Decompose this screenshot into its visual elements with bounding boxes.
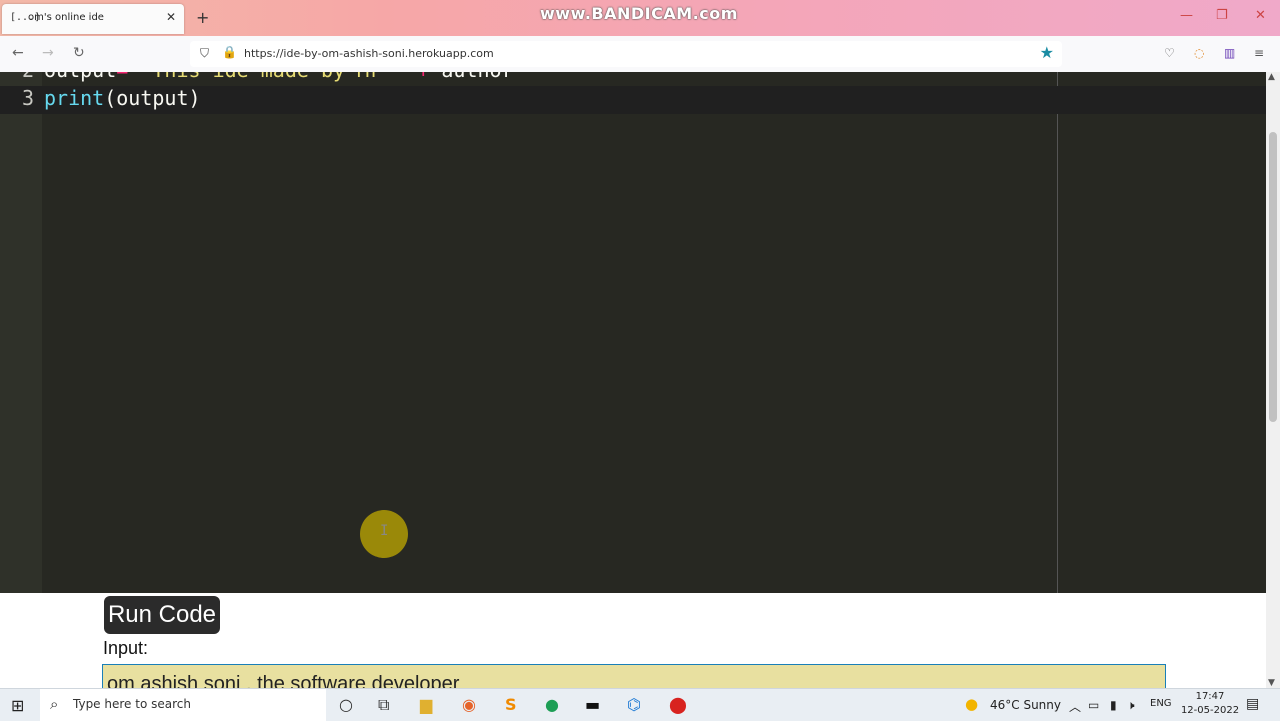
firefox-icon[interactable]: ◉ [462,695,476,714]
recording-watermark: www.BANDICAM.com [540,4,738,23]
reload-icon[interactable]: ↻ [73,45,85,61]
search-icon: ⌕ [50,695,59,713]
browser-tab[interactable]: [...] om's online ide ✕ [2,4,184,34]
bookmark-star-icon[interactable]: ★ [1040,43,1054,62]
browser-toolbar: ← → ↻ ⛉ 🔒 https://ide-by-om-ashish-soni.… [0,36,1280,73]
extension-icon[interactable]: ▥ [1224,46,1235,60]
input-label: Input: [103,638,149,658]
notification-icon[interactable]: ▤ [1246,696,1259,712]
vscode-icon[interactable]: ⌬ [627,695,641,714]
tab-title: om's online ide [28,12,104,23]
language-indicator[interactable]: ENG [1150,698,1172,709]
app-icon[interactable]: ● [545,695,559,714]
back-arrow-icon[interactable]: ← [12,45,24,61]
scroll-up-icon[interactable]: ▲ [1268,72,1275,82]
sublime-text-icon[interactable]: S [505,695,517,714]
pocket-icon[interactable]: ♡ [1164,46,1175,60]
input-field[interactable]: om ashish soni , the software developer [102,664,1166,690]
cortana-icon[interactable]: ○ [339,695,353,714]
code-text[interactable]: print(output) [44,86,201,110]
run-code-button[interactable]: Run Code [104,596,220,634]
print-margin [1057,72,1058,593]
terminal-icon[interactable]: ▬ [585,695,600,714]
line-number-gutter [0,72,42,593]
tray-arrow-icon[interactable]: ︿ [1069,698,1081,715]
clock-time: 17:47 [1195,691,1225,702]
window-restore-button[interactable]: ❐ [1216,8,1228,23]
battery-icon[interactable]: ▮ [1110,698,1117,712]
windows-start-icon[interactable]: ⊞ [11,696,24,715]
line-number: 3 [21,86,34,110]
scrollbar-thumb[interactable] [1269,132,1277,422]
text-cursor-icon: I [380,523,389,539]
taskbar-search-box[interactable]: ⌕ Type here to search [40,689,326,721]
code-editor[interactable]: 2 output= "This ide made by Mr " + autho… [0,72,1266,593]
tracking-shield-icon[interactable]: ⛉ [200,46,209,61]
lock-icon[interactable]: 🔒 [222,45,237,59]
search-placeholder[interactable]: Type here to search [73,697,191,711]
code-text[interactable]: output= "This ide made by Mr " + author [44,72,514,82]
page-scrollbar[interactable]: ▲ ▼ [1266,72,1280,688]
scroll-down-icon[interactable]: ▼ [1268,678,1275,688]
window-close-button[interactable]: ✕ [1255,8,1266,23]
network-icon[interactable]: ▭ [1088,698,1099,712]
browser-tab-bar: [...] om's online ide ✕ + www.BANDICAM.c… [0,0,1280,36]
clock-date: 12-05-2022 [1180,705,1240,716]
code-line-2[interactable]: 2 output= "This ide made by Mr " + autho… [0,72,1266,86]
volume-icon[interactable]: 🕨 [1127,698,1135,713]
clock[interactable]: 17:47 12-05-2022 [1180,690,1240,718]
line-number: 2 [0,72,34,82]
address-bar[interactable]: ⛉ 🔒 https://ide-by-om-ashish-soni.heroku… [190,41,1062,67]
new-tab-button[interactable]: + [196,8,209,27]
weather-icon[interactable]: ● [965,695,978,713]
menu-icon[interactable]: ≡ [1254,46,1264,60]
record-icon[interactable]: ⬤ [669,695,687,714]
weather-text[interactable]: 46°C Sunny [990,698,1061,712]
taskbar: ⊞ ⌕ Type here to search ○ ⧉ ▆ ◉ S ● ▬ ⌬ … [0,688,1280,721]
file-explorer-icon[interactable]: ▆ [420,695,432,714]
url-text[interactable]: https://ide-by-om-ashish-soni.herokuapp.… [244,47,494,60]
tab-close-icon[interactable]: ✕ [166,10,176,24]
task-view-icon[interactable]: ⧉ [378,695,389,715]
sync-icon[interactable]: ◌ [1194,46,1204,60]
code-line-3[interactable]: 3 print(output) [0,86,1266,114]
forward-arrow-icon[interactable]: → [42,45,54,61]
window-minimize-button[interactable]: — [1180,8,1193,23]
